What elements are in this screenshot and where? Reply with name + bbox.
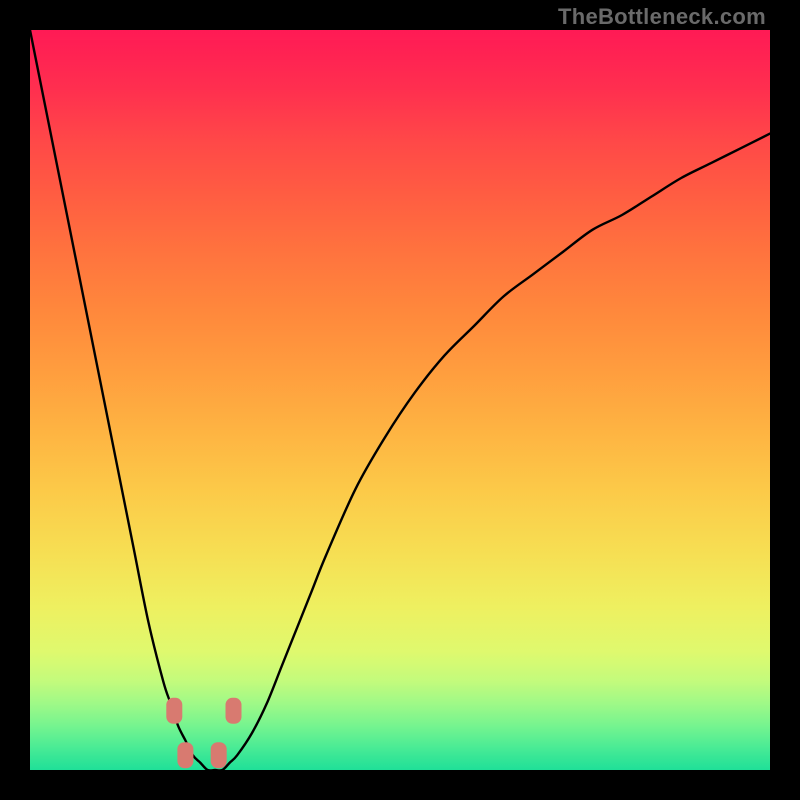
bottleneck-curve: [30, 30, 770, 771]
chart-frame: [30, 30, 770, 770]
curve-marker: [166, 698, 182, 724]
curve-markers: [166, 698, 241, 768]
curve-marker: [211, 742, 227, 768]
curve-marker: [177, 742, 193, 768]
chart-svg: [30, 30, 770, 770]
watermark-text: TheBottleneck.com: [558, 4, 766, 30]
curve-marker: [226, 698, 242, 724]
